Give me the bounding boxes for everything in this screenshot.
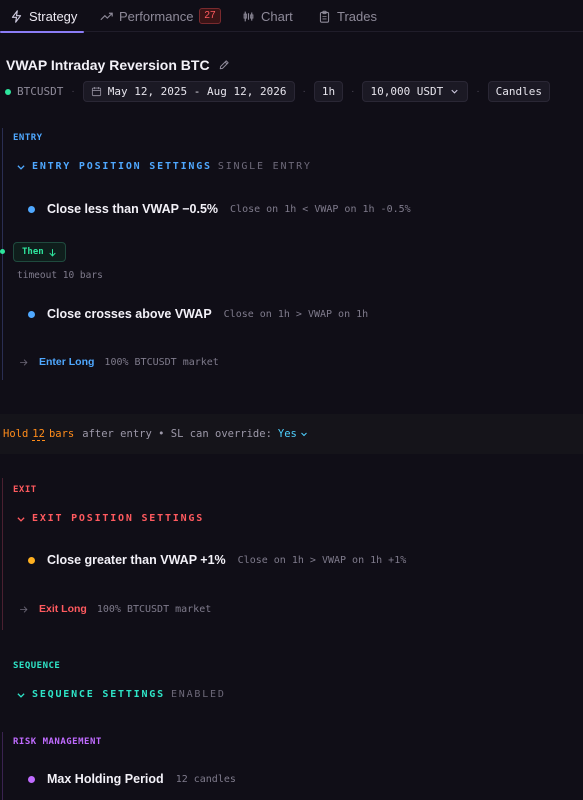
separator: ·: [351, 86, 355, 97]
separator: ·: [302, 86, 306, 97]
condition-title: Close less than VWAP −0.5%: [47, 202, 219, 216]
hold-period-bar: Hold 12 bars after entry • SL can overri…: [0, 414, 583, 454]
risk-section-label: RISK MANAGEMENT: [13, 737, 102, 747]
entry-condition-2[interactable]: Close crosses above VWAP Close on 1h > V…: [28, 305, 368, 323]
tab-label: Chart: [261, 8, 293, 24]
risk-item-description: 12 candles: [175, 773, 236, 785]
capital-value: 10,000 USDT: [370, 85, 444, 98]
performance-count-badge: 27: [199, 8, 221, 24]
date-range-value: May 12, 2025 - Aug 12, 2026: [107, 85, 287, 98]
sequence-settings-toggle[interactable]: SEQUENCE SETTINGS ENABLED: [16, 689, 226, 700]
tab-label: Performance: [119, 8, 194, 24]
condition-bullet: [28, 775, 35, 783]
entry-action[interactable]: Enter Long 100% BTCUSDT market: [19, 354, 219, 370]
tab-bar: Strategy Performance 27 Chart Trades: [0, 0, 583, 33]
exit-settings-label: EXIT POSITION SETTINGS: [32, 513, 205, 524]
pencil-icon[interactable]: [218, 59, 230, 71]
condition-bullet: [28, 205, 35, 213]
timeout-text: timeout 10 bars: [17, 270, 103, 281]
tab-label: Strategy: [29, 8, 78, 24]
sequence-settings-status: ENABLED: [170, 689, 226, 700]
calendar-icon: [91, 87, 101, 97]
condition-title: Close greater than VWAP +1%: [47, 553, 226, 567]
chevron-down-icon: [301, 432, 307, 437]
arrow-down-icon: [49, 248, 56, 257]
arrow-right-icon: [20, 605, 28, 613]
condition-bullet: [28, 310, 35, 318]
entry-position-settings-toggle[interactable]: ENTRY POSITION SETTINGS SINGLE ENTRY: [16, 161, 312, 172]
risk-item-title: Max Holding Period: [47, 772, 164, 786]
chevron-down-icon: [17, 692, 25, 698]
active-tab-indicator: [0, 31, 84, 33]
timeframe-value: 1h: [321, 85, 336, 98]
hold-unit: bars: [48, 428, 75, 440]
clipboard-icon: [319, 10, 330, 23]
hold-description: after entry • SL can override:: [82, 428, 272, 440]
chevron-down-icon: [17, 164, 25, 170]
symbol-label: BTCUSDT: [17, 85, 64, 98]
chevron-down-icon: [17, 516, 25, 522]
exit-section-line: [2, 478, 3, 630]
sl-override-select[interactable]: Yes: [278, 428, 308, 440]
live-status-dot: [5, 88, 11, 95]
condition-bullet: [28, 556, 35, 564]
then-button[interactable]: Then: [13, 242, 66, 262]
date-range-picker[interactable]: May 12, 2025 - Aug 12, 2026: [82, 81, 295, 102]
data-type-select[interactable]: Candles: [487, 81, 551, 102]
condition-title: Close crosses above VWAP: [47, 307, 212, 321]
separator: ·: [71, 86, 75, 97]
entry-settings-mode: SINGLE ENTRY: [217, 161, 312, 172]
lightning-icon: [11, 9, 22, 23]
tab-strategy[interactable]: Strategy: [0, 0, 84, 33]
entry-settings-label: ENTRY POSITION SETTINGS: [32, 161, 212, 172]
strategy-meta-row: BTCUSDT · May 12, 2025 - Aug 12, 2026 · …: [5, 81, 551, 102]
action-label: Enter Long: [39, 356, 95, 368]
exit-position-settings-toggle[interactable]: EXIT POSITION SETTINGS: [16, 513, 204, 524]
risk-section-line: [2, 732, 3, 800]
separator: ·: [476, 86, 480, 97]
action-label: Exit Long: [39, 603, 87, 615]
condition-description: Close on 1h < VWAP on 1h -0.5%: [230, 203, 411, 215]
strategy-header: VWAP Intraday Reversion BTC: [6, 55, 230, 75]
sl-override-value: Yes: [277, 428, 297, 440]
data-type-value: Candles: [495, 85, 543, 98]
strategy-title: VWAP Intraday Reversion BTC: [6, 57, 210, 73]
then-label: Then: [22, 247, 44, 257]
exit-condition-1[interactable]: Close greater than VWAP +1% Close on 1h …: [28, 551, 406, 569]
hold-prefix: Hold: [3, 428, 29, 440]
tab-label: Trades: [337, 8, 377, 24]
exit-action[interactable]: Exit Long 100% BTCUSDT market: [19, 601, 211, 617]
action-description: 100% BTCUSDT market: [104, 356, 219, 368]
entry-section-line: [2, 128, 3, 380]
action-description: 100% BTCUSDT market: [96, 603, 212, 615]
capital-select[interactable]: 10,000 USDT: [362, 81, 469, 102]
entry-section-label: ENTRY: [13, 133, 43, 143]
hold-bars-input[interactable]: 12: [32, 428, 45, 441]
arrow-right-icon: [20, 358, 28, 366]
chevron-down-icon: [451, 89, 458, 94]
condition-description: Close on 1h > VWAP on 1h +1%: [237, 554, 407, 566]
entry-condition-1[interactable]: Close less than VWAP −0.5% Close on 1h <…: [28, 200, 411, 218]
trend-icon: [100, 12, 113, 20]
condition-description: Close on 1h > VWAP on 1h: [223, 308, 369, 320]
sequence-settings-label: SEQUENCE SETTINGS: [32, 689, 165, 700]
tab-chart[interactable]: Chart: [242, 0, 293, 32]
exit-section-label: EXIT: [13, 485, 37, 495]
chart-icon: [243, 11, 254, 21]
sequence-section-label: SEQUENCE: [13, 661, 61, 671]
then-connector-dot: [0, 249, 5, 254]
risk-item-max-holding[interactable]: Max Holding Period 12 candles: [28, 770, 236, 788]
tab-trades[interactable]: Trades: [318, 0, 377, 32]
timeframe-select[interactable]: 1h: [313, 81, 344, 102]
tab-performance[interactable]: Performance 27: [100, 0, 221, 32]
